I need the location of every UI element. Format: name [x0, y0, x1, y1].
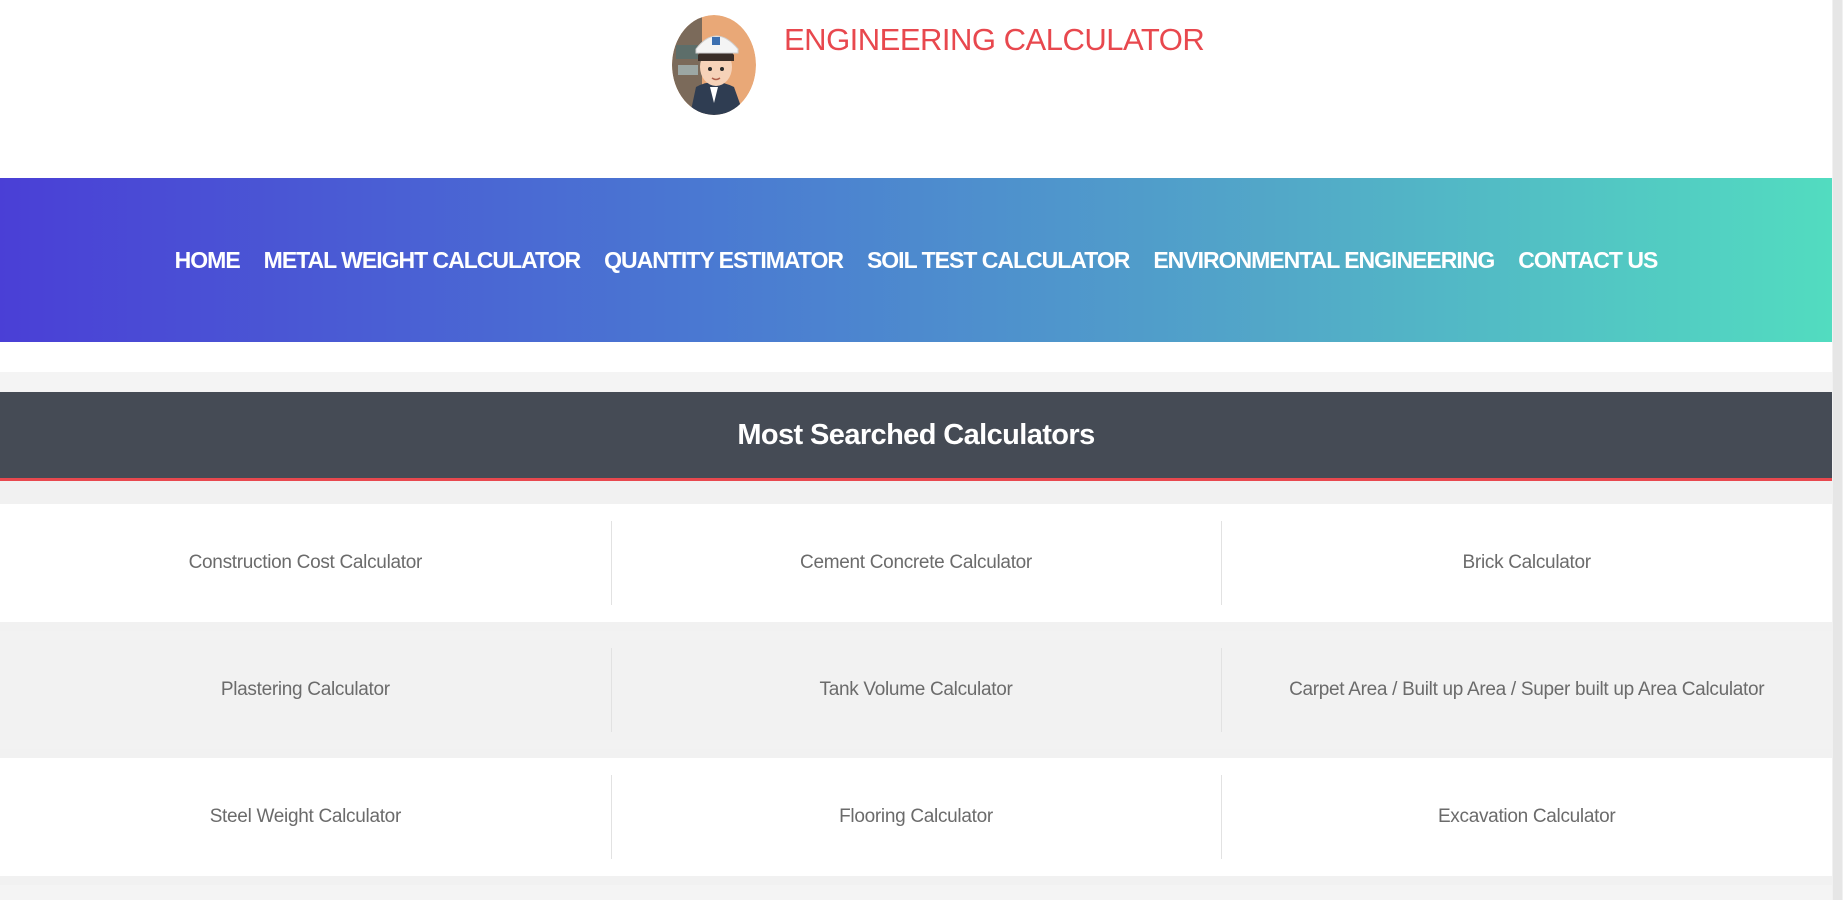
calculator-link-carpet-area[interactable]: Carpet Area / Built up Area / Super buil…: [1221, 631, 1832, 749]
nav-menu: HOME METAL WEIGHT CALCULATOR QUANTITY ES…: [175, 247, 1659, 274]
scrollbar-thumb[interactable]: [1833, 0, 1842, 900]
section-header: Most Searched Calculators: [0, 392, 1832, 481]
calculator-link-brick[interactable]: Brick Calculator: [1221, 504, 1832, 622]
page: ENGINEERING CALCULATOR HOME METAL WEIGHT…: [0, 0, 1843, 900]
engineer-avatar-logo-icon[interactable]: [672, 15, 756, 115]
nav-item-contact-us[interactable]: CONTACT US: [1518, 247, 1658, 274]
calculator-link-excavation[interactable]: Excavation Calculator: [1221, 758, 1832, 876]
nav-item-soil-test-calculator[interactable]: SOIL TEST CALCULATOR: [867, 247, 1130, 274]
nav-item-quantity-estimator[interactable]: QUANTITY ESTIMATOR: [604, 247, 844, 274]
calculator-row: Plastering Calculator Tank Volume Calcul…: [0, 631, 1832, 749]
spacer-band: [0, 372, 1832, 392]
calculator-link-cement-concrete[interactable]: Cement Concrete Calculator: [610, 504, 1222, 622]
site-title[interactable]: ENGINEERING CALCULATOR: [784, 22, 1205, 58]
calculator-link-steel-weight[interactable]: Steel Weight Calculator: [0, 758, 611, 876]
vertical-scrollbar[interactable]: [1832, 0, 1843, 900]
section-title: Most Searched Calculators: [737, 418, 1095, 451]
spacer: [0, 342, 1832, 372]
nav-item-home[interactable]: HOME: [175, 247, 241, 274]
calculators-grid: Construction Cost Calculator Cement Conc…: [0, 481, 1832, 900]
page-bottom-band: [0, 885, 1832, 900]
site-header: ENGINEERING CALCULATOR: [0, 0, 1843, 178]
nav-item-environmental-engineering[interactable]: ENVIRONMENTAL ENGINEERING: [1153, 247, 1495, 274]
calculator-link-plastering[interactable]: Plastering Calculator: [0, 631, 611, 749]
main-navigation: HOME METAL WEIGHT CALCULATOR QUANTITY ES…: [0, 178, 1832, 342]
calculator-link-tank-volume[interactable]: Tank Volume Calculator: [610, 631, 1222, 749]
calculator-link-construction-cost[interactable]: Construction Cost Calculator: [0, 504, 611, 622]
nav-item-metal-weight-calculator[interactable]: METAL WEIGHT CALCULATOR: [264, 247, 581, 274]
calculator-row: Steel Weight Calculator Flooring Calcula…: [0, 758, 1832, 876]
calculator-link-flooring[interactable]: Flooring Calculator: [610, 758, 1222, 876]
calculator-row: Construction Cost Calculator Cement Conc…: [0, 504, 1832, 622]
